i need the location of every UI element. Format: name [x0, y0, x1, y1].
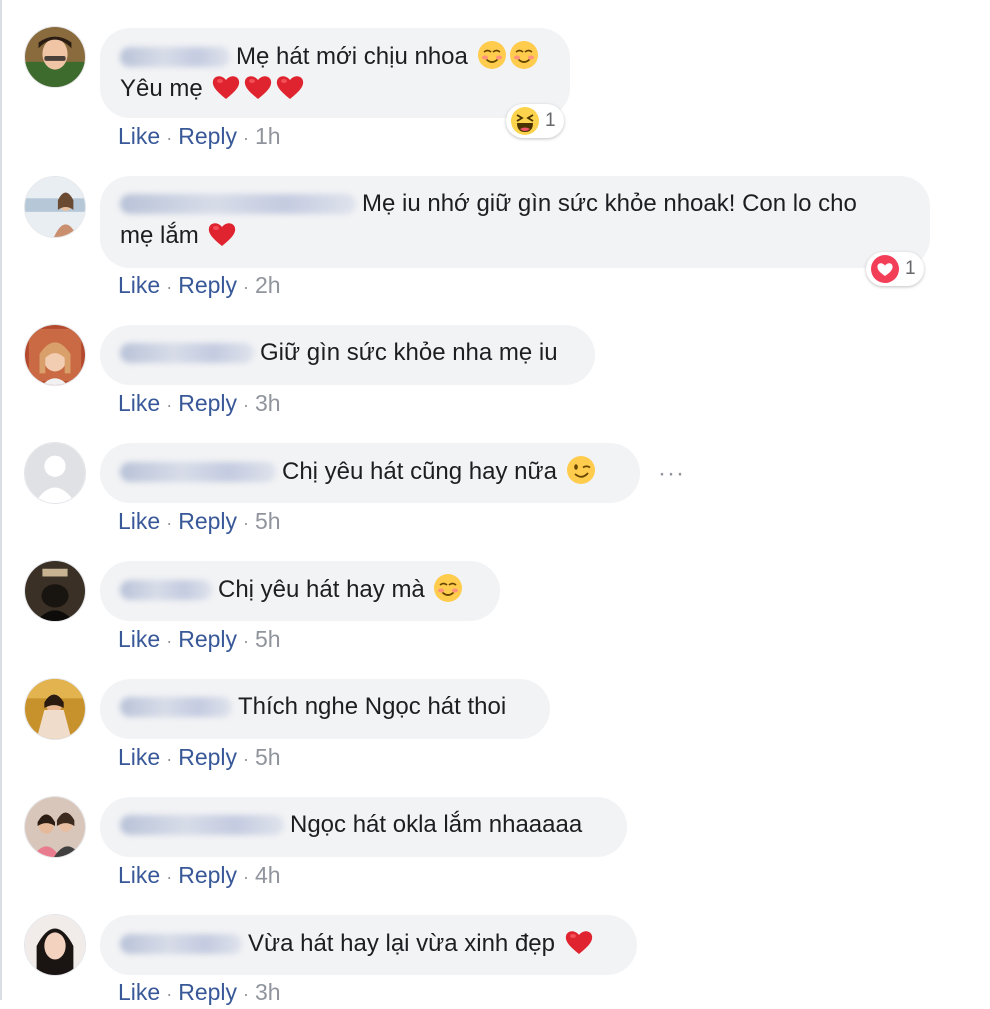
like-button[interactable]: Like [118, 272, 160, 298]
laughing-reaction-icon [510, 106, 540, 136]
comment-timestamp[interactable]: 1h [255, 123, 281, 149]
reaction-count: 1 [545, 110, 556, 131]
comment-bubble: Chị yêu hát hay mà [100, 561, 500, 621]
avatar[interactable] [24, 914, 86, 976]
comment-actions: Like · Reply · 5h [118, 508, 281, 534]
smiling-face-icon [509, 40, 539, 70]
comment-actions: Like · Reply · 2h [118, 272, 281, 298]
comment-timestamp[interactable]: 5h [255, 508, 281, 534]
comment-timestamp[interactable]: 4h [255, 862, 281, 888]
avatar[interactable] [24, 678, 86, 740]
comment-text: Mẹ iu nhớ giữ gìn sức khỏe nhoak! Con lo… [362, 190, 857, 217]
like-button[interactable]: Like [118, 744, 160, 770]
red-heart-icon [564, 927, 594, 957]
avatar[interactable] [24, 26, 86, 88]
comment-text: mẹ lắm [120, 222, 199, 249]
commenter-name-blurred[interactable] [120, 815, 284, 835]
like-button[interactable]: Like [118, 123, 160, 149]
like-button[interactable]: Like [118, 508, 160, 534]
commenter-name-blurred[interactable] [120, 47, 230, 67]
reaction-count-badge[interactable]: 1 [866, 252, 924, 286]
commenter-name-blurred[interactable] [120, 462, 276, 482]
smiling-face-icon [477, 40, 507, 70]
comment-timestamp[interactable]: 5h [255, 744, 281, 770]
red-heart-icon [207, 219, 237, 249]
comment-actions: Like · Reply · 1h [118, 123, 281, 149]
reply-button[interactable]: Reply [178, 390, 237, 416]
comment-bubble: Mẹ hát mới chịu nhoa Yêu mẹ [100, 28, 570, 118]
comment-bubble: Giữ gìn sức khỏe nha mẹ iu [100, 325, 595, 385]
winking-face-icon [566, 455, 596, 485]
comment-text: Giữ gìn sức khỏe nha mẹ iu [260, 339, 558, 366]
comment-timestamp[interactable]: 2h [255, 272, 281, 298]
commenter-name-blurred[interactable] [120, 343, 254, 363]
red-heart-icon [211, 72, 241, 102]
reaction-count-badge[interactable]: 1 [506, 104, 564, 138]
smiling-face-icon [433, 573, 463, 603]
reply-button[interactable]: Reply [178, 862, 237, 888]
comment-text: Yêu mẹ [120, 75, 203, 102]
comment-actions: Like · Reply · 5h [118, 626, 281, 652]
reply-button[interactable]: Reply [178, 979, 237, 1005]
avatar[interactable] [24, 324, 86, 386]
more-options-icon[interactable]: ··· [658, 460, 685, 488]
comment-actions: Like · Reply · 4h [118, 862, 281, 888]
comment-bubble: Chị yêu hát cũng hay nữa [100, 443, 640, 503]
frame-border [0, 0, 2, 1000]
comment-text: Thích nghe Ngọc hát thoi [238, 693, 507, 720]
avatar[interactable] [24, 560, 86, 622]
comment-bubble: Ngọc hát okla lắm nhaaaaa [100, 797, 627, 857]
reply-button[interactable]: Reply [178, 123, 237, 149]
reply-button[interactable]: Reply [178, 626, 237, 652]
commenter-name-blurred[interactable] [120, 934, 242, 954]
avatar-placeholder[interactable] [24, 442, 86, 504]
commenter-name-blurred[interactable] [120, 580, 212, 600]
reply-button[interactable]: Reply [178, 508, 237, 534]
comment-timestamp[interactable]: 3h [255, 390, 281, 416]
comment-text: Chị yêu hát hay mà [218, 576, 425, 603]
comment-timestamp[interactable]: 3h [255, 979, 281, 1005]
commenter-name-blurred[interactable] [120, 697, 232, 717]
comment-text: Mẹ hát mới chịu nhoa [236, 43, 468, 70]
like-button[interactable]: Like [118, 626, 160, 652]
comment-text: Ngọc hát okla lắm nhaaaaa [290, 811, 583, 838]
love-reaction-icon [870, 254, 900, 284]
like-button[interactable]: Like [118, 390, 160, 416]
reply-button[interactable]: Reply [178, 744, 237, 770]
reply-button[interactable]: Reply [178, 272, 237, 298]
comment-text: Chị yêu hát cũng hay nữa [282, 458, 557, 485]
like-button[interactable]: Like [118, 979, 160, 1005]
comment-actions: Like · Reply · 5h [118, 744, 281, 770]
avatar[interactable] [24, 796, 86, 858]
comment-bubble: Thích nghe Ngọc hát thoi [100, 679, 550, 739]
like-button[interactable]: Like [118, 862, 160, 888]
comment-bubble: Vừa hát hay lại vừa xinh đẹp [100, 915, 637, 975]
comment-actions: Like · Reply · 3h [118, 390, 281, 416]
comment-text: Vừa hát hay lại vừa xinh đẹp [248, 930, 555, 957]
comment-timestamp[interactable]: 5h [255, 626, 281, 652]
avatar[interactable] [24, 176, 86, 238]
red-heart-icon [275, 72, 305, 102]
red-heart-icon [243, 72, 273, 102]
reaction-count: 1 [905, 258, 916, 279]
commenter-name-blurred[interactable] [120, 194, 356, 214]
comment-actions: Like · Reply · 3h [118, 979, 281, 1005]
comment-bubble: Mẹ iu nhớ giữ gìn sức khỏe nhoak! Con lo… [100, 176, 930, 268]
